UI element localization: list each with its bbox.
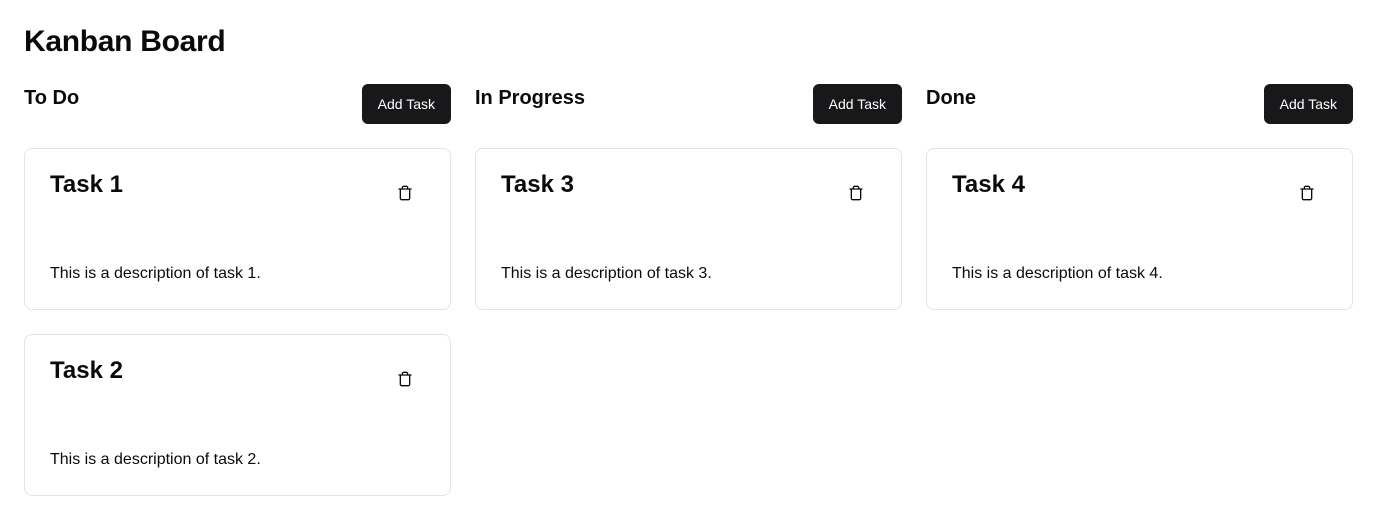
column-done: Done Add Task Task 4 This is a descripti… (926, 84, 1353, 496)
task-description: This is a description of task 3. (501, 265, 712, 282)
column-todo: To Do Add Task Task 1 This is a descript… (24, 84, 451, 496)
column-header: In Progress Add Task (475, 84, 902, 124)
task-title: Task 4 (952, 171, 1025, 198)
column-header: Done Add Task (926, 84, 1353, 124)
task-title: Task 3 (501, 171, 574, 198)
task-card[interactable]: Task 3 This is a description of task 3. (475, 148, 902, 310)
delete-task-button[interactable] (387, 365, 423, 393)
task-description: This is a description of task 4. (952, 265, 1163, 282)
kanban-board: To Do Add Task Task 1 This is a descript… (24, 84, 1353, 496)
task-card[interactable]: Task 4 This is a description of task 4. (926, 148, 1353, 310)
task-card[interactable]: Task 2 This is a description of task 2. (24, 334, 451, 496)
kanban-page: Kanban Board To Do Add Task Task 1 This … (0, 0, 1376, 520)
trash-icon (398, 371, 412, 387)
delete-task-button[interactable] (387, 179, 423, 207)
delete-task-button[interactable] (1289, 179, 1325, 207)
page-title: Kanban Board (24, 25, 226, 58)
task-title: Task 1 (50, 171, 123, 198)
column-title: To Do (24, 87, 80, 109)
trash-icon (398, 185, 412, 201)
task-description: This is a description of task 1. (50, 265, 261, 282)
card-list: Task 1 This is a description of task 1. … (24, 148, 451, 496)
add-task-button[interactable]: Add Task (361, 84, 451, 124)
trash-icon (1300, 185, 1314, 201)
task-card[interactable]: Task 1 This is a description of task 1. (24, 148, 451, 310)
add-task-button[interactable]: Add Task (812, 84, 902, 124)
column-in-progress: In Progress Add Task Task 3 This is a de… (475, 84, 902, 496)
card-list: Task 3 This is a description of task 3. (475, 148, 902, 310)
column-title: In Progress (475, 87, 586, 109)
delete-task-button[interactable] (838, 179, 874, 207)
add-task-button[interactable]: Add Task (1263, 84, 1353, 124)
task-title: Task 2 (50, 357, 123, 384)
card-list: Task 4 This is a description of task 4. (926, 148, 1353, 310)
task-description: This is a description of task 2. (50, 451, 261, 468)
column-title: Done (926, 87, 976, 109)
trash-icon (849, 185, 863, 201)
column-header: To Do Add Task (24, 84, 451, 124)
